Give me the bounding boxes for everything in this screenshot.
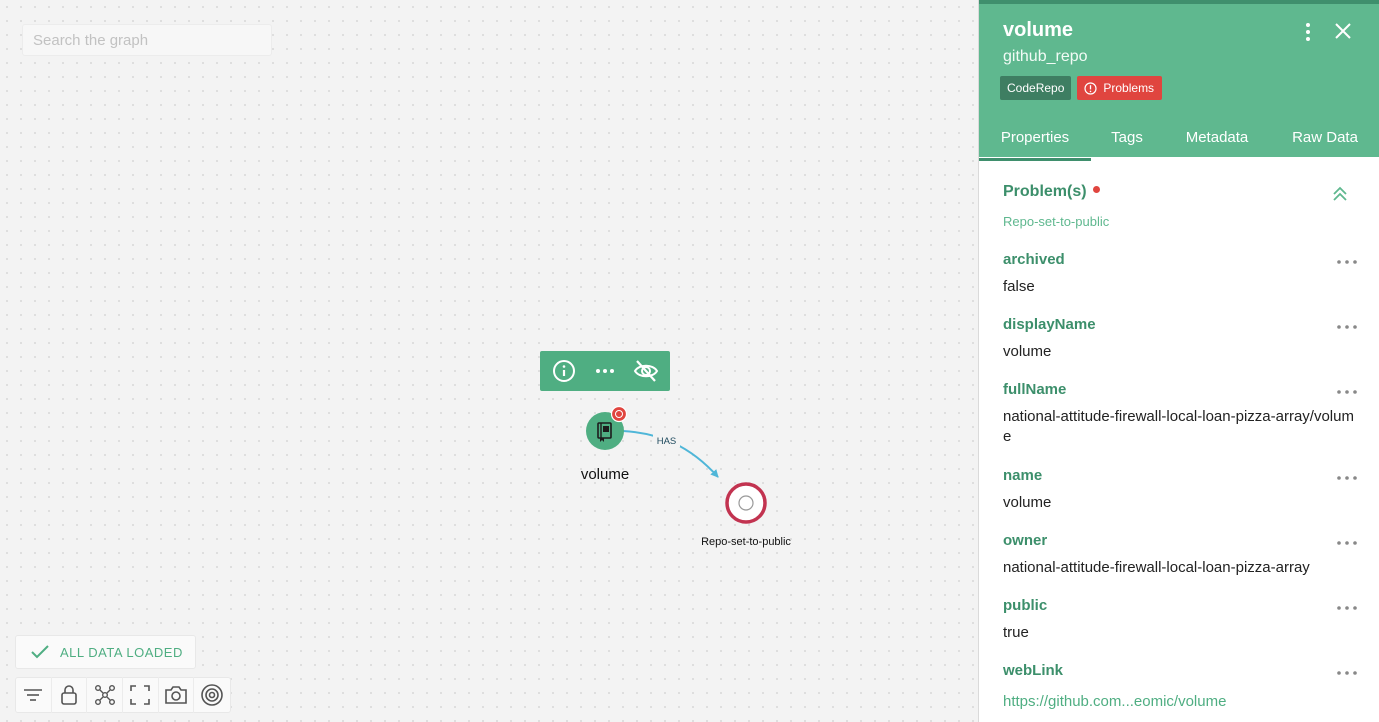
more-horizontal-icon[interactable] (1336, 538, 1358, 548)
property-row: archived false (1003, 251, 1358, 297)
panel-header: volume github_repo CodeRepo Problems Pro… (979, 0, 1379, 161)
kebab-icon (1306, 23, 1310, 41)
filter-icon (24, 689, 43, 701)
more-horizontal-icon[interactable] (1336, 257, 1358, 267)
property-key: public (1003, 597, 1048, 614)
graph-svg: HAS (586, 405, 767, 524)
property-key: name (1003, 467, 1043, 484)
layout-button[interactable] (87, 677, 124, 713)
property-key: owner (1003, 532, 1048, 549)
problems-badge-label: Problems (1103, 81, 1155, 95)
property-value: volume (1003, 494, 1052, 511)
property-row: name volume (1003, 467, 1358, 513)
property-value: true (1003, 624, 1029, 641)
lock-button[interactable] (52, 677, 88, 713)
node-label-problem: Repo-set-to-public (701, 536, 791, 548)
panel-close-button[interactable] (1331, 19, 1355, 43)
chevron-double-up-icon[interactable] (1331, 185, 1349, 203)
more-horizontal-icon[interactable] (1336, 603, 1358, 613)
property-row: public true (1003, 597, 1358, 643)
focus-button[interactable] (194, 677, 230, 713)
more-horizontal-icon[interactable] (1336, 387, 1358, 397)
property-value: national-attitude-firewall-local-loan-pi… (1003, 559, 1310, 576)
status-text: ALL DATA LOADED (60, 644, 183, 660)
filter-button[interactable] (16, 677, 52, 713)
property-key: fullName (1003, 381, 1067, 398)
edge-label: HAS (657, 436, 677, 447)
property-key: webLink (1003, 662, 1064, 679)
property-key: archived (1003, 251, 1065, 268)
data-loaded-status: ALL DATA LOADED (15, 635, 196, 669)
node-hide-button[interactable] (628, 353, 664, 389)
property-value: national-attitude-firewall-local-loan-pi… (1003, 408, 1354, 445)
more-icon (595, 369, 614, 373)
graph-canvas[interactable]: HAS volume Repo-set-to-public (0, 0, 978, 722)
problem-indicator-icon (610, 405, 628, 423)
tab-tags[interactable]: Tags (1091, 117, 1163, 157)
fullscreen-button[interactable] (123, 677, 159, 713)
more-horizontal-icon[interactable] (1336, 668, 1358, 678)
property-row: webLink https://github.com...eomic/volum… (1003, 662, 1358, 712)
camera-icon (165, 686, 187, 704)
fullscreen-icon (130, 685, 151, 705)
eye-slash-icon (633, 360, 658, 382)
panel-more-button[interactable] (1297, 21, 1319, 43)
panel-tabs: Properties Tags Metadata Raw Data (979, 117, 1379, 161)
type-badge: CodeRepo (1000, 76, 1072, 100)
property-value: volume (1003, 343, 1052, 360)
problems-heading-text: Problem(s) (1003, 183, 1087, 200)
more-horizontal-icon[interactable] (1336, 473, 1358, 483)
property-row: fullName national-attitude-firewall-loca… (1003, 381, 1358, 447)
check-icon (31, 645, 49, 659)
screenshot-button[interactable] (159, 677, 195, 713)
layout-network-icon (94, 685, 115, 705)
graph-node-volume[interactable] (586, 405, 628, 451)
panel-title: volume (1003, 19, 1074, 41)
problems-heading: Problem(s) (1003, 183, 1100, 201)
alert-circle-icon (1084, 81, 1097, 95)
target-icon (201, 684, 223, 706)
node-info-button[interactable] (546, 353, 582, 389)
property-key: displayName (1003, 316, 1096, 333)
problems-badge[interactable]: Problems (1077, 76, 1163, 100)
more-horizontal-icon[interactable] (1336, 322, 1358, 332)
entity-detail-panel: volume github_repo CodeRepo Problems Pro… (978, 0, 1379, 722)
graph-bottom-toolbar (15, 677, 231, 713)
problem-link[interactable]: Repo-set-to-public (1003, 214, 1109, 229)
tab-raw-data[interactable]: Raw Data (1271, 117, 1379, 157)
property-row: displayName volume (1003, 316, 1358, 362)
lock-icon (61, 685, 77, 705)
node-context-toolbar (540, 351, 670, 391)
panel-badges: CodeRepo Problems (1000, 76, 1163, 100)
tab-metadata[interactable]: Metadata (1163, 117, 1271, 157)
property-value: false (1003, 278, 1035, 295)
panel-subtitle: github_repo (1003, 48, 1088, 65)
tab-properties[interactable]: Properties (979, 117, 1091, 161)
property-row: owner national-attitude-firewall-local-l… (1003, 532, 1358, 578)
close-icon (1335, 23, 1351, 39)
weblink-value[interactable]: https://github.com...eomic/volume (1003, 692, 1358, 712)
problem-dot (1092, 185, 1100, 193)
node-label-volume: volume (580, 466, 630, 483)
node-more-button[interactable] (587, 353, 623, 389)
graph-node-repo-set-to-public[interactable] (725, 482, 767, 524)
info-icon (553, 360, 576, 382)
